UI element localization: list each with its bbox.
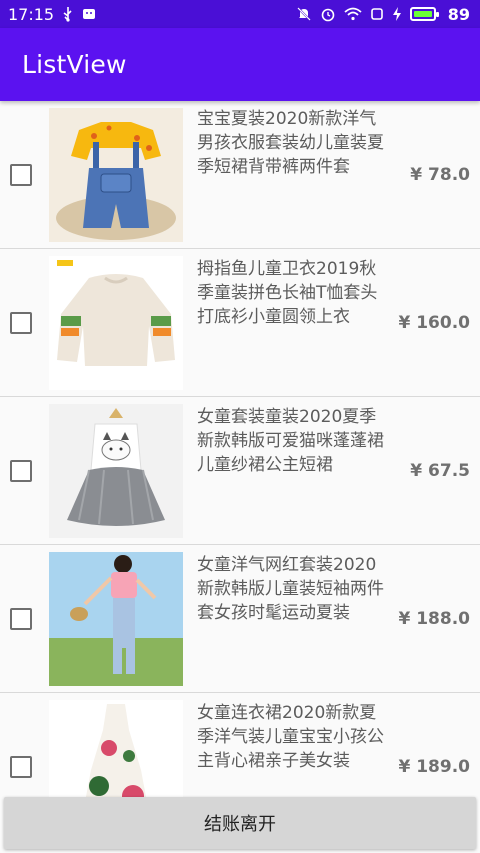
cat-tutu-dress-image bbox=[49, 404, 183, 538]
item-checkbox[interactable] bbox=[10, 756, 32, 778]
list-item[interactable]: 女童洋气网红套装2020新款韩版儿童装短袖两件套女孩时髦运动夏装 ¥ 188.0 bbox=[0, 545, 480, 693]
item-price: ¥ 189.0 bbox=[398, 757, 470, 777]
list-item[interactable]: 女童连衣裙2020新款夏季洋气装儿童宝宝小孩公主背心裙亲子美女装 ¥ 189.0 bbox=[0, 693, 480, 797]
item-name: 女童洋气网红套装2020新款韩版儿童装短袖两件套女孩时髦运动夏装 bbox=[197, 555, 384, 623]
charging-icon bbox=[392, 7, 402, 21]
alarm-icon bbox=[320, 6, 336, 22]
item-name: 女童套装童装2020夏季新款韩版可爱猫咪蓬蓬裙儿童纱裙公主短裙 bbox=[197, 407, 384, 475]
item-checkbox[interactable] bbox=[10, 460, 32, 482]
sweatshirt-image bbox=[49, 256, 183, 390]
battery-level: 89 bbox=[447, 4, 470, 24]
item-price: ¥ 67.5 bbox=[410, 461, 470, 481]
battery-icon bbox=[409, 7, 439, 21]
item-price: ¥ 78.0 bbox=[410, 165, 470, 185]
product-list[interactable]: 宝宝夏装2020新款洋气男孩衣服套装幼儿童装夏季短裙背带裤两件套 ¥ 78.0 … bbox=[0, 101, 480, 797]
wifi-icon bbox=[344, 7, 362, 21]
item-name: 女童连衣裙2020新款夏季洋气装儿童宝宝小孩公主背心裙亲子美女装 bbox=[197, 703, 384, 771]
status-bar: 17:15 89 bbox=[0, 0, 480, 28]
usb-icon bbox=[62, 6, 74, 22]
item-price: ¥ 160.0 bbox=[398, 313, 470, 333]
item-price: ¥ 188.0 bbox=[398, 609, 470, 629]
mute-icon bbox=[296, 6, 312, 22]
item-checkbox[interactable] bbox=[10, 312, 32, 334]
floral-dress-image bbox=[49, 700, 183, 797]
item-name: 拇指鱼儿童卫衣2019秋季童装拼色长袖T恤套头打底衫小童圆领上衣 bbox=[197, 259, 378, 327]
list-item[interactable]: 宝宝夏装2020新款洋气男孩衣服套装幼儿童装夏季短裙背带裤两件套 ¥ 78.0 bbox=[0, 101, 480, 249]
checkout-button[interactable]: 结账离开 bbox=[4, 797, 476, 849]
item-checkbox[interactable] bbox=[10, 164, 32, 186]
list-item[interactable]: 拇指鱼儿童卫衣2019秋季童装拼色长袖T恤套头打底衫小童圆领上衣 ¥ 160.0 bbox=[0, 249, 480, 397]
status-time: 17:15 bbox=[8, 4, 55, 24]
item-name: 宝宝夏装2020新款洋气男孩衣服套装幼儿童装夏季短裙背带裤两件套 bbox=[197, 109, 384, 177]
list-item[interactable]: 女童套装童装2020夏季新款韩版可爱猫咪蓬蓬裙儿童纱裙公主短裙 ¥ 67.5 bbox=[0, 397, 480, 545]
overalls-tshirt-image bbox=[49, 108, 183, 242]
app-title: ListView bbox=[22, 50, 127, 79]
girl-outfit-image bbox=[49, 552, 183, 686]
screen-icon bbox=[370, 7, 384, 21]
notification-icon bbox=[82, 7, 96, 21]
item-checkbox[interactable] bbox=[10, 608, 32, 630]
app-bar: ListView bbox=[0, 28, 480, 101]
